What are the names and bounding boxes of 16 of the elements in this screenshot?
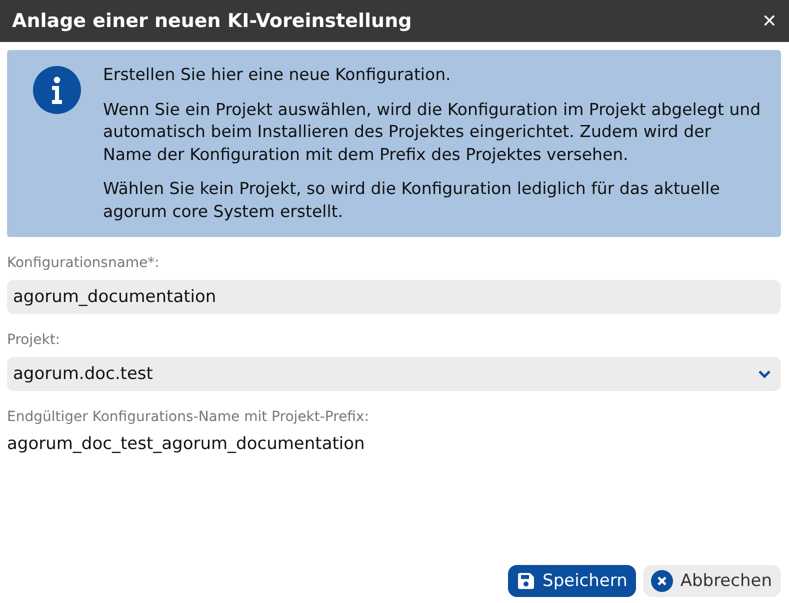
window-title: Anlage einer neuen KI-Voreinstellung xyxy=(12,10,412,32)
project-dropdown[interactable]: agorum.doc.test xyxy=(7,357,781,391)
input-field[interactable]: agorum_documentation xyxy=(7,280,781,314)
field-label: Projekt: xyxy=(7,332,62,348)
close-button[interactable]: ✕ xyxy=(762,10,777,32)
info-text: Wenn Sie ein Projekt auswählen, wird die Konfiguration im Projekt abgelegt und automatisch beim Installieren des Projektes eingerichtet. Zudem wird der Name der Konfiguration mit dem Prefix des Projektes versehen. xyxy=(103,98,761,166)
result-text: agorum_doc_test_agorum_documentation xyxy=(7,434,366,454)
cancel-button[interactable]: Abbrechen xyxy=(643,565,781,597)
save-button[interactable]: Speichern xyxy=(508,565,636,597)
info-icon xyxy=(33,66,81,114)
info-text: Wählen Sie kein Projekt, so wird die Konfiguration lediglich für das aktuelle agorum core System erstellt. xyxy=(103,178,721,222)
info-text: Erstellen Sie hier eine neue Konfiguration. xyxy=(103,64,452,86)
field-label: Konfigurationsname*: xyxy=(7,255,160,271)
chevron-down-icon xyxy=(758,370,771,378)
field-label: Endgültiger Konfigurations-Name mit Projekt-Prefix: xyxy=(7,409,370,425)
close-circle-icon xyxy=(651,570,674,592)
